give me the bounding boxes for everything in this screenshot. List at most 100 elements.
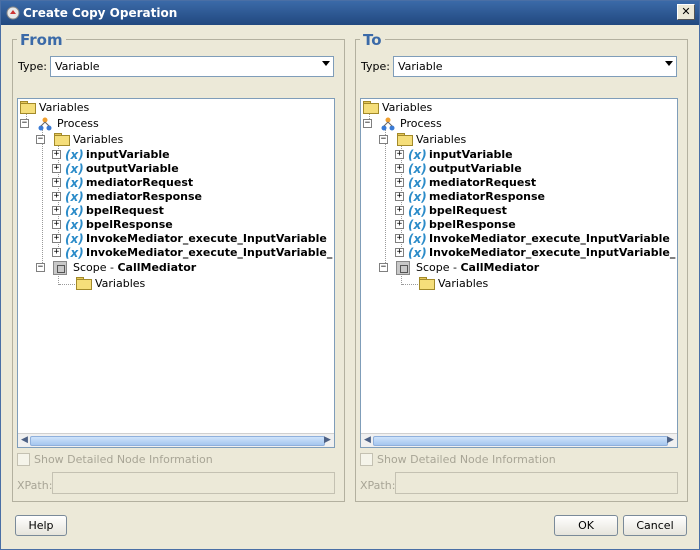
to-type-label: Type: — [361, 60, 390, 73]
tree-node-variable[interactable]: + (x) bpelRequest — [395, 204, 677, 218]
to-variable-tree[interactable]: Variables − Process − Variables + (x) in… — [360, 98, 678, 448]
chevron-down-icon — [322, 61, 330, 66]
tree-node-variable[interactable]: + (x) inputVariable — [52, 148, 334, 162]
expand-icon[interactable]: + — [395, 164, 404, 173]
show-detail-label: Show Detailed Node Information — [377, 453, 556, 466]
variable-icon: (x) — [408, 190, 427, 204]
tree-node-variable[interactable]: + (x) inputVariable — [395, 148, 677, 162]
tree-node-scope[interactable]: − Scope - CallMediator — [36, 261, 326, 275]
ok-button[interactable]: OK — [554, 515, 618, 536]
collapse-icon[interactable]: − — [20, 119, 29, 128]
tree-node-variable[interactable]: + (x) outputVariable — [52, 162, 334, 176]
tree-node-scope-variables[interactable]: Variables — [76, 277, 326, 291]
show-detail-label: Show Detailed Node Information — [34, 453, 213, 466]
process-icon — [38, 117, 52, 131]
folder-icon — [76, 277, 92, 290]
tree-node-variable[interactable]: + (x) outputVariable — [395, 162, 677, 176]
scroll-right-icon[interactable]: ▶ — [322, 435, 333, 446]
from-legend: From — [17, 31, 66, 49]
collapse-icon[interactable]: − — [379, 135, 388, 144]
expand-icon[interactable]: + — [395, 150, 404, 159]
expand-icon[interactable]: + — [52, 248, 61, 257]
collapse-icon[interactable]: − — [36, 135, 45, 144]
variable-icon: (x) — [408, 246, 427, 260]
expand-icon[interactable]: + — [52, 192, 61, 201]
expand-icon[interactable]: + — [395, 206, 404, 215]
horizontal-scrollbar[interactable]: ◀ ▶ — [361, 433, 677, 447]
collapse-icon[interactable]: − — [363, 119, 372, 128]
show-detail-checkbox[interactable] — [17, 453, 30, 466]
variable-icon: (x) — [408, 162, 427, 176]
tree-node-variable[interactable]: + (x) bpelResponse — [395, 218, 677, 232]
from-variable-tree[interactable]: Variables − Process − Variables + (x) in… — [17, 98, 335, 448]
to-type-select[interactable]: Variable — [393, 56, 677, 77]
to-type-value: Variable — [398, 60, 443, 73]
tree-node-scope-variables[interactable]: Variables — [419, 277, 669, 291]
tree-node-variable[interactable]: + (x) bpelResponse — [52, 218, 334, 232]
tree-node-variable[interactable]: + (x) bpelRequest — [52, 204, 334, 218]
scope-icon — [396, 261, 410, 275]
tree-node-variables-root[interactable]: Variables — [363, 101, 663, 115]
horizontal-scrollbar[interactable]: ◀ ▶ — [18, 433, 334, 447]
cancel-button[interactable]: Cancel — [623, 515, 687, 536]
from-type-select[interactable]: Variable — [50, 56, 334, 77]
app-icon — [6, 6, 20, 20]
scrollbar-thumb[interactable] — [373, 436, 668, 446]
expand-icon[interactable]: + — [52, 164, 61, 173]
show-detail-checkbox[interactable] — [360, 453, 373, 466]
xpath-label: XPath: — [360, 479, 396, 492]
folder-icon — [397, 133, 413, 146]
from-type-value: Variable — [55, 60, 100, 73]
variable-icon: (x) — [65, 190, 84, 204]
folder-icon — [419, 277, 435, 290]
to-xpath-input[interactable] — [395, 472, 678, 494]
scroll-left-icon[interactable]: ◀ — [19, 435, 30, 446]
expand-icon[interactable]: + — [52, 206, 61, 215]
tree-node-process-variables[interactable]: − Variables — [379, 133, 669, 147]
variable-icon: (x) — [65, 176, 84, 190]
window-title: Create Copy Operation — [23, 6, 178, 20]
expand-icon[interactable]: + — [395, 178, 404, 187]
help-button[interactable]: Help — [15, 515, 67, 536]
tree-node-variable[interactable]: + (x) InvokeMediator_execute_InputVariab… — [395, 246, 677, 260]
close-button[interactable]: ✕ — [677, 4, 695, 20]
expand-icon[interactable]: + — [395, 220, 404, 229]
collapse-icon[interactable]: − — [36, 263, 45, 272]
variable-icon: (x) — [408, 218, 427, 232]
variable-icon: (x) — [65, 246, 84, 260]
tree-node-variable[interactable]: + (x) InvokeMediator_execute_InputVariab… — [52, 246, 334, 260]
expand-icon[interactable]: + — [395, 234, 404, 243]
scope-icon — [53, 261, 67, 275]
variable-icon: (x) — [408, 232, 427, 246]
variable-icon: (x) — [65, 204, 84, 218]
expand-icon[interactable]: + — [52, 220, 61, 229]
expand-icon[interactable]: + — [52, 234, 61, 243]
process-icon — [381, 117, 395, 131]
tree-node-variable[interactable]: + (x) InvokeMediator_execute_InputVariab… — [52, 232, 334, 246]
tree-node-variable[interactable]: + (x) mediatorRequest — [52, 176, 334, 190]
folder-icon — [20, 101, 36, 114]
tree-node-variable[interactable]: + (x) mediatorResponse — [52, 190, 334, 204]
expand-icon[interactable]: + — [395, 248, 404, 257]
tree-node-process-variables[interactable]: − Variables — [36, 133, 326, 147]
variable-icon: (x) — [65, 148, 84, 162]
scroll-right-icon[interactable]: ▶ — [665, 435, 676, 446]
variable-icon: (x) — [408, 176, 427, 190]
title-bar: Create Copy Operation ✕ — [1, 1, 699, 25]
tree-node-variable[interactable]: + (x) mediatorRequest — [395, 176, 677, 190]
from-panel: From Type: Variable Variables − Process … — [12, 31, 345, 502]
tree-node-process[interactable]: − Process — [363, 117, 663, 131]
tree-node-variables-root[interactable]: Variables — [20, 101, 320, 115]
tree-node-variable[interactable]: + (x) InvokeMediator_execute_InputVariab… — [395, 232, 677, 246]
scroll-left-icon[interactable]: ◀ — [362, 435, 373, 446]
tree-node-process[interactable]: − Process — [20, 117, 320, 131]
expand-icon[interactable]: + — [52, 150, 61, 159]
tree-node-variable[interactable]: + (x) mediatorResponse — [395, 190, 677, 204]
expand-icon[interactable]: + — [52, 178, 61, 187]
tree-node-scope[interactable]: − Scope - CallMediator — [379, 261, 669, 275]
collapse-icon[interactable]: − — [379, 263, 388, 272]
scrollbar-thumb[interactable] — [30, 436, 325, 446]
variable-icon: (x) — [408, 204, 427, 218]
expand-icon[interactable]: + — [395, 192, 404, 201]
from-xpath-input[interactable] — [52, 472, 335, 494]
